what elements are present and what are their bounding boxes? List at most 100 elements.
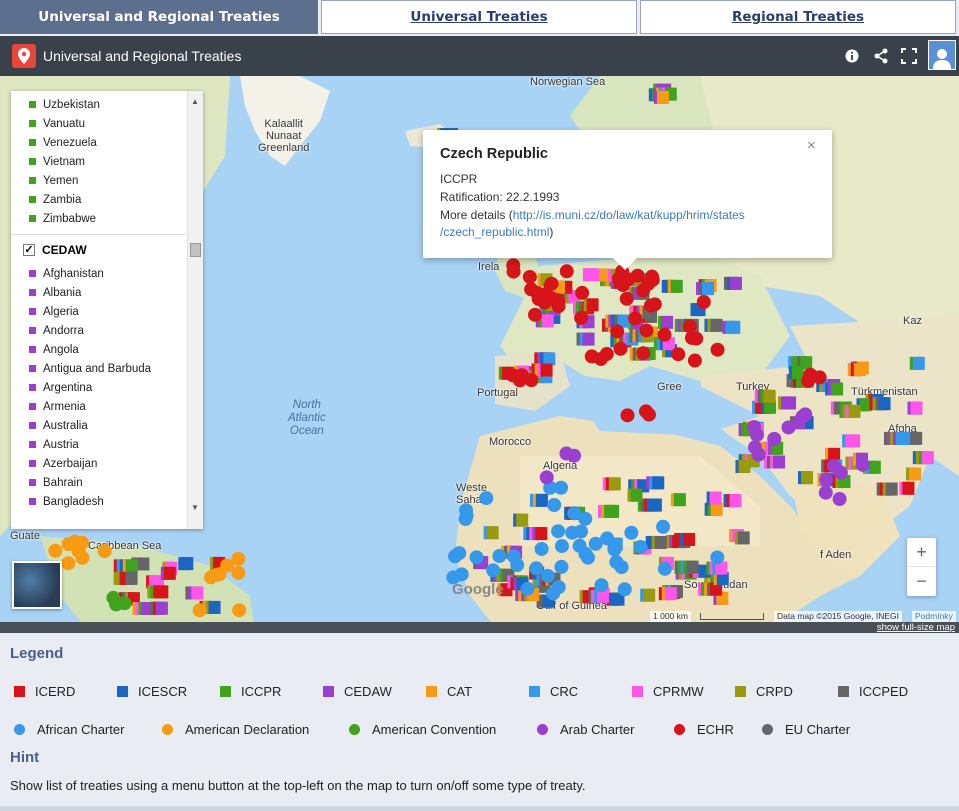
country-list-item[interactable]: Albania	[11, 283, 186, 302]
charter-marker	[682, 319, 697, 334]
tab-universal[interactable]: Universal Treaties	[321, 0, 637, 34]
legend-dot-swatch	[537, 724, 548, 735]
treaty-marker	[670, 279, 683, 293]
top-country-list: Uzbekistan Vanuatu Venezuela Vietnam Yemen Za…	[11, 95, 186, 228]
treaty-marker	[910, 401, 923, 415]
share-icon[interactable]	[871, 46, 891, 66]
tab-universal-and-regional[interactable]: Universal and Regional Treaties	[0, 0, 318, 34]
treaty-marker	[649, 498, 662, 512]
country-name: Vanuatu	[43, 117, 85, 130]
country-list-item[interactable]: Bangladesh	[11, 492, 186, 511]
charter-marker	[551, 293, 566, 308]
country-name: Vietnam	[43, 155, 85, 168]
country-list-item[interactable]: Venezuela	[11, 133, 186, 152]
treaty-marker	[902, 481, 915, 495]
country-list-item[interactable]: Vietnam	[11, 152, 186, 171]
country-name: Uzbekistan	[43, 98, 100, 111]
tab-regional[interactable]: Regional Treaties	[640, 0, 956, 34]
cedaw-country-list: Afghanistan Albania Algeria Andorra Angola An…	[11, 264, 186, 511]
country-list-item[interactable]: Austria	[11, 435, 186, 454]
info-icon[interactable]	[842, 46, 862, 66]
close-icon[interactable]: ×	[807, 137, 816, 154]
charter-marker	[578, 511, 593, 526]
charter-marker	[647, 297, 662, 312]
country-list-item[interactable]: Zambia	[11, 190, 186, 209]
map-canvas[interactable]: Kalaallit Nunaat Greenland Norwegian Sea N…	[0, 36, 959, 633]
treaty-marker	[208, 600, 221, 614]
charter-marker	[687, 353, 702, 368]
treaty-marker	[661, 315, 674, 329]
treaty-marker	[608, 477, 621, 491]
country-list-item[interactable]: Uzbekistan	[11, 95, 186, 114]
treaty-marker	[831, 382, 844, 396]
legend-square-swatch	[735, 686, 746, 697]
legend-dot-swatch	[674, 724, 685, 735]
country-list-item[interactable]: Armenia	[11, 397, 186, 416]
cedaw-checkbox[interactable]: ✓	[23, 243, 35, 256]
charter-marker	[657, 327, 672, 342]
scroll-thumb[interactable]	[190, 243, 201, 257]
charter-marker	[547, 497, 562, 512]
panel-scrollbar[interactable]: ▲ ▼	[187, 91, 203, 529]
country-name: Azerbaijan	[43, 457, 98, 470]
country-name: Armenia	[43, 400, 86, 413]
treaty-marker	[516, 513, 529, 527]
charter-marker	[657, 561, 672, 576]
treaty-color-swatch	[29, 270, 36, 277]
treaty-marker	[683, 532, 696, 546]
legend-label: CAT	[447, 684, 473, 699]
treaty-marker	[535, 493, 548, 507]
country-list-item[interactable]: Andorra	[11, 321, 186, 340]
charter-marker	[48, 543, 63, 558]
charter-marker	[710, 342, 725, 357]
treaty-color-swatch	[29, 441, 36, 448]
country-list-item[interactable]: Yemen	[11, 171, 186, 190]
legend-item: American Declaration	[162, 722, 309, 737]
scroll-down-arrow[interactable]: ▼	[191, 503, 199, 512]
treaty-color-swatch	[29, 403, 36, 410]
treaty-marker	[710, 502, 723, 516]
details-link-2[interactable]: /czech_republic.html	[440, 225, 549, 239]
country-list-item[interactable]: Argentina	[11, 378, 186, 397]
treaty-marker	[643, 588, 656, 602]
country-list-item[interactable]: Australia	[11, 416, 186, 435]
satellite-toggle[interactable]	[12, 561, 62, 609]
country-list-item[interactable]: Antigua and Barbuda	[11, 359, 186, 378]
group-header-cedaw[interactable]: ✓ CEDAW	[11, 234, 186, 264]
fullscreen-icon[interactable]	[899, 46, 919, 66]
country-list-item[interactable]: Angola	[11, 340, 186, 359]
treaty-marker	[868, 460, 881, 474]
charter-marker	[613, 341, 628, 356]
charter-marker	[594, 578, 609, 593]
treaty-marker	[848, 404, 861, 418]
country-list-item[interactable]: Afghanistan	[11, 264, 186, 283]
country-list-item[interactable]: Algeria	[11, 302, 186, 321]
scale-label: 1 000 km	[650, 611, 691, 622]
zoom-in-button[interactable]: +	[907, 538, 936, 567]
charter-marker	[819, 472, 834, 487]
treaty-marker	[828, 447, 841, 461]
google-logo: Google	[452, 581, 504, 598]
treaty-list-panel[interactable]: Uzbekistan Vanuatu Venezuela Vietnam Yemen Za…	[11, 91, 203, 529]
country-name: Algeria	[43, 305, 79, 318]
charter-marker	[559, 264, 574, 279]
country-list-item[interactable]: Bahrain	[11, 473, 186, 492]
treaty-color-swatch	[29, 365, 36, 372]
country-list-item[interactable]: Azerbaijan	[11, 454, 186, 473]
scroll-up-arrow[interactable]: ▲	[191, 97, 199, 106]
treaty-marker	[878, 397, 891, 411]
charter-marker	[617, 582, 632, 597]
country-name: Afghanistan	[43, 267, 104, 280]
details-link-1[interactable]: http://is.muni.cz/do/law/kat/kupp/hrim/s…	[513, 208, 745, 222]
country-name: Antigua and Barbuda	[43, 362, 152, 375]
user-avatar-icon[interactable]	[928, 40, 956, 70]
terms-link[interactable]: Podmínky	[912, 611, 956, 622]
treaty-marker	[895, 431, 908, 445]
country-list-item[interactable]: Zimbabwe	[11, 209, 186, 228]
charter-marker	[656, 519, 671, 534]
legend-item: ICERD	[14, 684, 75, 699]
country-list-item[interactable]: Vanuatu	[11, 114, 186, 133]
charter-marker	[538, 287, 553, 302]
full-size-map-link[interactable]: show full-size map	[877, 622, 955, 633]
zoom-out-button[interactable]: −	[907, 567, 936, 596]
